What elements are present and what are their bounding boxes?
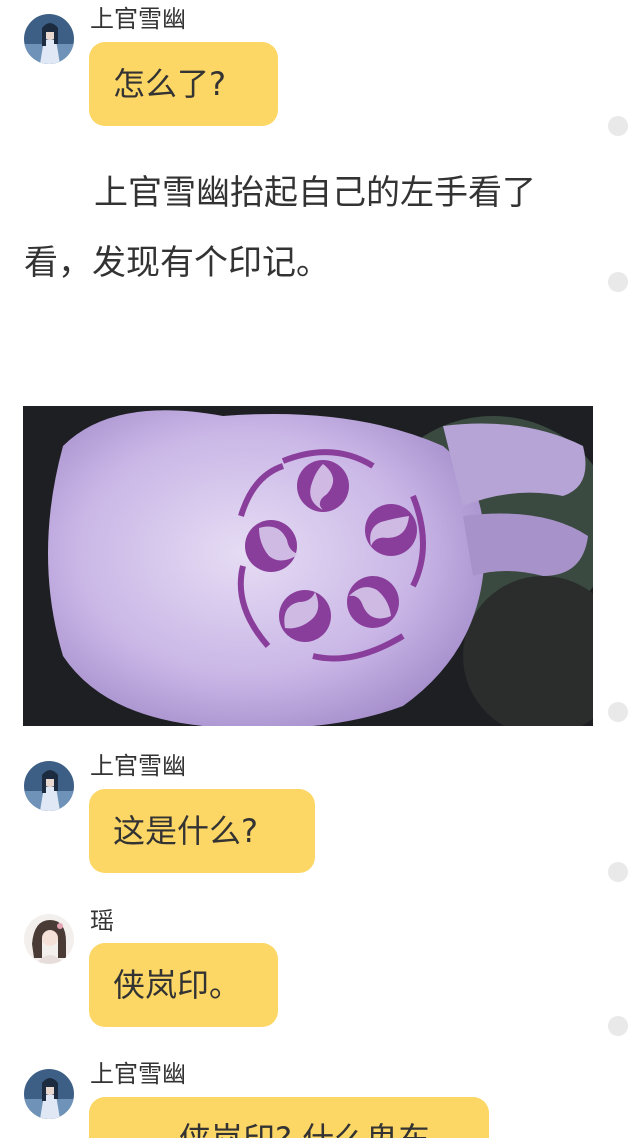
read-indicator-dot — [608, 702, 628, 722]
read-indicator-dot — [608, 862, 628, 882]
sender-name: 上官雪幽 — [90, 1060, 186, 1088]
narration-line: 上官雪幽抬起自己的左手看了 — [94, 173, 536, 213]
avatar[interactable] — [24, 1069, 74, 1119]
read-indicator-dot — [608, 1016, 628, 1036]
story-image[interactable] — [23, 406, 593, 726]
avatar[interactable] — [24, 914, 74, 964]
read-indicator-dot — [608, 116, 628, 136]
avatar[interactable] — [24, 14, 74, 64]
girl-blue-avatar-icon — [24, 14, 74, 64]
palm-mark-image-icon — [23, 406, 593, 726]
message-bubble[interactable]: 侠岚印? 什么鬼东 — [89, 1097, 489, 1138]
avatar[interactable] — [24, 761, 74, 811]
read-indicator-dot — [608, 272, 628, 292]
message-bubble[interactable]: 这是什么? — [89, 789, 315, 873]
message-bubble[interactable]: 侠岚印。 — [89, 943, 278, 1027]
chat-page: 上官雪幽 怎么了? 上官雪幽抬起自己的左手看了 看，发现有个印记。 上官雪幽 这… — [0, 0, 640, 1138]
girl-white-avatar-icon — [24, 914, 74, 964]
sender-name: 瑶 — [90, 907, 114, 935]
message-bubble[interactable]: 怎么了? — [89, 42, 278, 126]
sender-name: 上官雪幽 — [90, 5, 186, 33]
narration-line: 看，发现有个印记。 — [24, 243, 330, 283]
girl-blue-avatar-icon — [24, 761, 74, 811]
sender-name: 上官雪幽 — [90, 752, 186, 780]
narration-text: 上官雪幽抬起自己的左手看了 看，发现有个印记。 — [24, 158, 584, 298]
girl-blue-avatar-icon — [24, 1069, 74, 1119]
